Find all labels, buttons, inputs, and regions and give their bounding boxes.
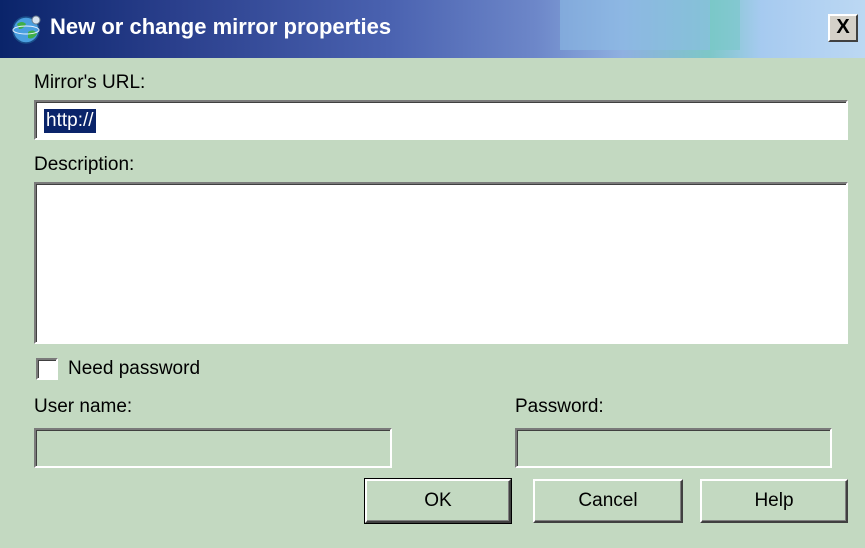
username-label: User name:: [34, 396, 133, 417]
window-title: New or change mirror properties: [50, 14, 392, 39]
url-value: http://: [44, 109, 96, 133]
password-field[interactable]: [515, 428, 832, 468]
url-label: Mirror's URL:: [34, 72, 146, 93]
mirror-properties-dialog: New or change mirror properties X Mirror…: [0, 0, 865, 548]
username-field[interactable]: [34, 428, 392, 468]
close-button[interactable]: X: [828, 14, 858, 42]
need-password-checkbox[interactable]: [36, 358, 58, 380]
globe-icon: [12, 15, 41, 44]
need-password-label[interactable]: Need password: [68, 358, 200, 380]
description-textarea[interactable]: [34, 182, 848, 344]
password-label: Password:: [515, 396, 604, 417]
cancel-button[interactable]: Cancel: [533, 479, 683, 523]
ok-button[interactable]: OK: [364, 478, 512, 524]
description-label: Description:: [34, 154, 135, 175]
url-input[interactable]: http://: [34, 100, 848, 140]
title-bar-band: [560, 0, 710, 50]
title-bar[interactable]: New or change mirror properties X: [0, 0, 865, 58]
title-bar-band: [710, 0, 740, 50]
help-button[interactable]: Help: [700, 479, 848, 523]
